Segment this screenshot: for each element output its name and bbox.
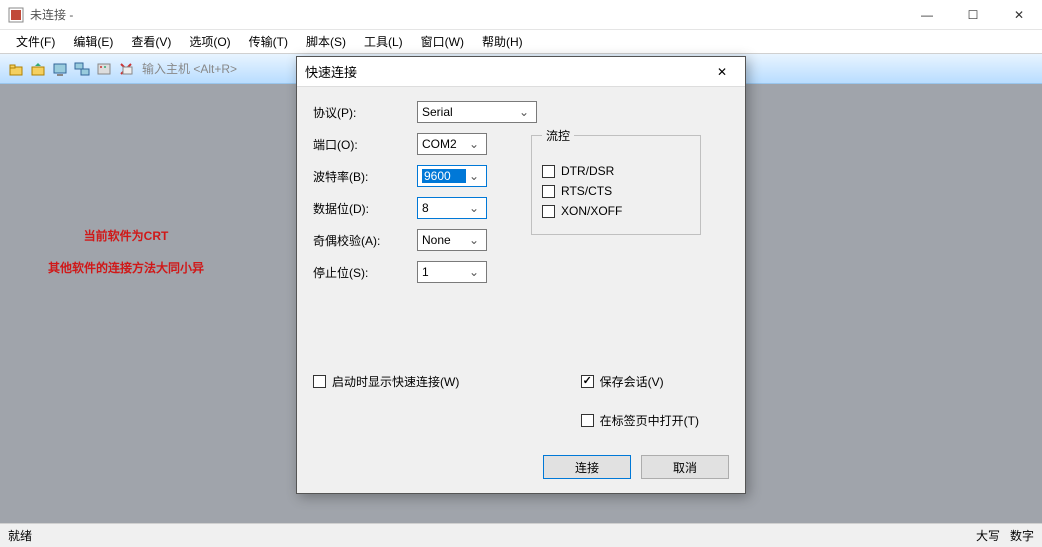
window-title: 未连接 - bbox=[30, 6, 904, 23]
baud-label: 波特率(B): bbox=[313, 168, 417, 185]
databits-combo[interactable]: 8 ⌄ bbox=[417, 197, 487, 219]
rts-checkbox[interactable] bbox=[542, 185, 555, 198]
parity-combo[interactable]: None ⌄ bbox=[417, 229, 487, 251]
menu-view[interactable]: 查看(V) bbox=[123, 31, 179, 52]
protocol-label: 协议(P): bbox=[313, 104, 417, 121]
cancel-button[interactable]: 取消 bbox=[641, 455, 729, 479]
chevron-down-icon: ⌄ bbox=[466, 137, 482, 151]
flow-control-group: 流控 DTR/DSR RTS/CTS XON/XOFF bbox=[531, 127, 701, 235]
databits-value: 8 bbox=[422, 201, 466, 215]
port-combo[interactable]: COM2 ⌄ bbox=[417, 133, 487, 155]
menu-window[interactable]: 窗口(W) bbox=[413, 31, 472, 52]
dialog-title: 快速连接 bbox=[305, 62, 707, 81]
menubar: 文件(F) 编辑(E) 查看(V) 选项(O) 传输(T) 脚本(S) 工具(L… bbox=[0, 30, 1042, 54]
parity-value: None bbox=[422, 233, 466, 247]
rts-label: RTS/CTS bbox=[561, 184, 612, 198]
open-in-tab-label: 在标签页中打开(T) bbox=[600, 412, 699, 429]
stopbits-label: 停止位(S): bbox=[313, 264, 417, 281]
port-value: COM2 bbox=[422, 137, 466, 151]
xon-label: XON/XOFF bbox=[561, 204, 622, 218]
chevron-down-icon: ⌄ bbox=[466, 201, 482, 215]
window-titlebar: 未连接 - — ☐ ✕ bbox=[0, 0, 1042, 30]
menu-help[interactable]: 帮助(H) bbox=[474, 31, 531, 52]
chevron-down-icon: ⌄ bbox=[466, 265, 482, 279]
menu-transfer[interactable]: 传输(T) bbox=[241, 31, 296, 52]
baud-value: 9600 bbox=[422, 169, 466, 183]
protocol-combo[interactable]: Serial ⌄ bbox=[417, 101, 537, 123]
annotation-line1: 当前软件为CRT bbox=[48, 220, 204, 252]
dialog-close-button[interactable]: ✕ bbox=[707, 57, 737, 86]
dtr-checkbox[interactable] bbox=[542, 165, 555, 178]
startup-label: 启动时显示快速连接(W) bbox=[332, 373, 459, 390]
menu-script[interactable]: 脚本(S) bbox=[298, 31, 354, 52]
toolbar-icon-1[interactable] bbox=[6, 59, 26, 79]
host-input[interactable]: 输入主机 <Alt+R> bbox=[142, 60, 237, 77]
protocol-value: Serial bbox=[422, 105, 516, 119]
close-button[interactable]: ✕ bbox=[996, 0, 1042, 29]
stopbits-combo[interactable]: 1 ⌄ bbox=[417, 261, 487, 283]
xon-checkbox[interactable] bbox=[542, 205, 555, 218]
chevron-down-icon: ⌄ bbox=[516, 105, 532, 119]
menu-file[interactable]: 文件(F) bbox=[8, 31, 63, 52]
chevron-down-icon: ⌄ bbox=[466, 233, 482, 247]
parity-label: 奇偶校验(A): bbox=[313, 232, 417, 249]
menu-options[interactable]: 选项(O) bbox=[181, 31, 238, 52]
databits-label: 数据位(D): bbox=[313, 200, 417, 217]
toolbar-icon-6[interactable] bbox=[116, 59, 136, 79]
baud-combo[interactable]: 9600 ⌄ bbox=[417, 165, 487, 187]
quick-connect-dialog: 快速连接 ✕ 协议(P): Serial ⌄ 端口(O): COM2 ⌄ 波特率… bbox=[296, 56, 746, 494]
menu-edit[interactable]: 编辑(E) bbox=[65, 31, 121, 52]
port-label: 端口(O): bbox=[313, 136, 417, 153]
status-caps: 大写 bbox=[976, 527, 1000, 544]
menu-tools[interactable]: 工具(L) bbox=[356, 31, 411, 52]
save-session-checkbox[interactable] bbox=[581, 375, 594, 388]
toolbar-icon-5[interactable] bbox=[94, 59, 114, 79]
toolbar-icon-3[interactable] bbox=[50, 59, 70, 79]
app-icon bbox=[8, 7, 24, 23]
status-num: 数字 bbox=[1010, 527, 1034, 544]
chevron-down-icon: ⌄ bbox=[466, 169, 482, 183]
flow-legend: 流控 bbox=[542, 127, 574, 144]
annotation-text: 当前软件为CRT 其他软件的连接方法大同小异 bbox=[48, 220, 204, 284]
connect-button[interactable]: 连接 bbox=[543, 455, 631, 479]
toolbar-icon-2[interactable] bbox=[28, 59, 48, 79]
save-session-label: 保存会话(V) bbox=[600, 373, 664, 390]
open-in-tab-checkbox[interactable] bbox=[581, 414, 594, 427]
dialog-titlebar: 快速连接 ✕ bbox=[297, 57, 745, 87]
toolbar-icon-4[interactable] bbox=[72, 59, 92, 79]
status-ready: 就绪 bbox=[8, 527, 976, 544]
stopbits-value: 1 bbox=[422, 265, 466, 279]
minimize-button[interactable]: — bbox=[904, 0, 950, 29]
dtr-label: DTR/DSR bbox=[561, 164, 614, 178]
statusbar: 就绪 大写 数字 bbox=[0, 523, 1042, 547]
annotation-line2: 其他软件的连接方法大同小异 bbox=[48, 252, 204, 284]
maximize-button[interactable]: ☐ bbox=[950, 0, 996, 29]
startup-checkbox[interactable] bbox=[313, 375, 326, 388]
